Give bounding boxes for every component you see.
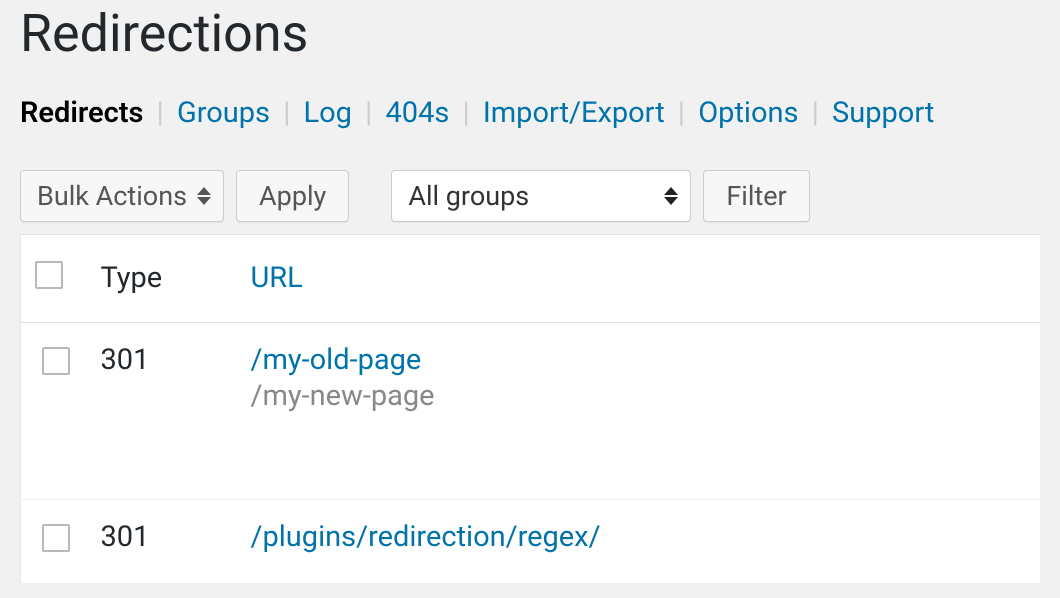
nav-separator: | bbox=[359, 96, 378, 130]
row-type: 301 bbox=[91, 322, 241, 499]
tab-redirects[interactable]: Redirects bbox=[20, 96, 143, 130]
row-target-url: /my-new-page bbox=[251, 379, 1031, 413]
row-source-url[interactable]: /my-old-page bbox=[251, 343, 422, 377]
page-title: Redirections bbox=[20, 0, 1040, 72]
nav-separator: | bbox=[806, 96, 825, 130]
filter-button[interactable]: Filter bbox=[703, 170, 809, 222]
row-checkbox[interactable] bbox=[42, 524, 70, 552]
tab-groups[interactable]: Groups bbox=[177, 96, 270, 130]
column-checkbox bbox=[21, 234, 91, 322]
apply-button[interactable]: Apply bbox=[236, 170, 349, 222]
row-url-cell: /plugins/redirection/regex/ bbox=[241, 499, 1041, 583]
tab-import-export[interactable]: Import/Export bbox=[483, 96, 665, 130]
row-source-url[interactable]: /plugins/redirection/regex/ bbox=[251, 520, 601, 554]
nav-separator: | bbox=[151, 96, 170, 130]
sort-icon bbox=[195, 187, 213, 205]
bulk-actions-label: Bulk Actions bbox=[37, 180, 187, 212]
toolbar: Bulk Actions Apply All groups Filter bbox=[20, 164, 1040, 234]
groups-filter-label: All groups bbox=[408, 180, 529, 212]
nav-separator: | bbox=[277, 96, 296, 130]
bulk-actions-select[interactable]: Bulk Actions bbox=[20, 170, 224, 222]
tab-nav: Redirects | Groups | Log | 404s | Import… bbox=[20, 96, 1040, 164]
tab-404s[interactable]: 404s bbox=[385, 96, 449, 130]
redirects-table: Type URL 301 /my-old-page /my-new-page 3… bbox=[20, 234, 1040, 584]
groups-filter-select[interactable]: All groups bbox=[391, 170, 691, 222]
column-url-sort-link[interactable]: URL bbox=[251, 261, 303, 295]
nav-separator: | bbox=[457, 96, 476, 130]
sort-icon bbox=[662, 187, 680, 205]
table-row: 301 /my-old-page /my-new-page bbox=[21, 322, 1041, 499]
row-type: 301 bbox=[91, 499, 241, 583]
table-row: 301 /plugins/redirection/regex/ bbox=[21, 499, 1041, 583]
row-url-cell: /my-old-page /my-new-page bbox=[241, 322, 1041, 499]
select-all-checkbox[interactable] bbox=[35, 261, 63, 289]
tab-options[interactable]: Options bbox=[698, 96, 798, 130]
column-url[interactable]: URL bbox=[241, 234, 1041, 322]
column-type: Type bbox=[91, 234, 241, 322]
tab-support[interactable]: Support bbox=[832, 96, 934, 130]
row-checkbox[interactable] bbox=[42, 347, 70, 375]
tab-log[interactable]: Log bbox=[304, 96, 352, 130]
nav-separator: | bbox=[672, 96, 691, 130]
